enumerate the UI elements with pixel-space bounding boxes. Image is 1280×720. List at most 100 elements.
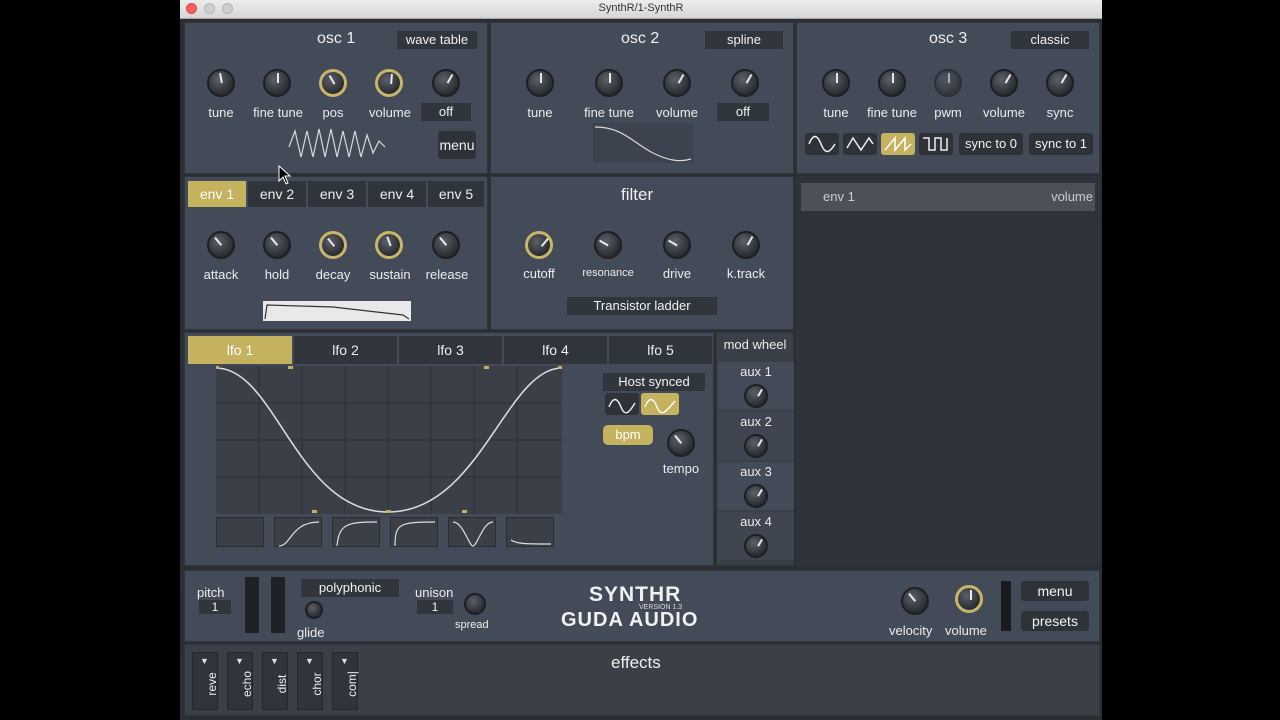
glide-knob[interactable] (305, 601, 323, 619)
lfo-sync-icon[interactable] (641, 393, 679, 415)
fx-slot-label: dist (275, 674, 289, 694)
triangle-wave-icon[interactable] (843, 133, 877, 155)
mod-matrix-row[interactable]: env 1 volume (801, 183, 1095, 211)
tab-env-1[interactable]: env 1 (188, 181, 246, 207)
tab-env-5[interactable]: env 5 (428, 181, 484, 207)
lfo-free-icon[interactable] (605, 393, 639, 415)
aux-2-knob[interactable] (744, 434, 768, 458)
bpm-button[interactable]: bpm (603, 425, 653, 445)
drive-label: drive (662, 266, 692, 281)
filter-type-select[interactable]: Transistor ladder (567, 297, 717, 315)
tab-env-2[interactable]: env 2 (248, 181, 306, 207)
mod-wheel[interactable] (271, 577, 285, 633)
osc1-tune-label: tune (208, 105, 234, 120)
osc1-volume-label: volume (369, 105, 411, 120)
osc1-off-toggle[interactable]: off (421, 103, 471, 121)
osc3-mode-select[interactable]: classic (1011, 31, 1089, 49)
mod-source-label[interactable]: env 1 (823, 189, 855, 204)
fx-slot-echo[interactable]: ▼ echo (227, 652, 254, 710)
osc2-tune-knob[interactable] (526, 69, 554, 97)
drive-knob[interactable] (663, 231, 691, 259)
host-synced-label[interactable]: Host synced (603, 373, 705, 391)
tab-env-4[interactable]: env 4 (368, 181, 426, 207)
fx-slot-chorus[interactable]: ▼ chor (297, 652, 324, 710)
decay-knob[interactable] (319, 231, 347, 259)
mod-target-label[interactable]: volume (1051, 189, 1093, 204)
aux-1: aux 1 (718, 362, 794, 410)
osc2-fine-tune-knob[interactable] (595, 69, 623, 97)
osc3-tune-knob[interactable] (822, 69, 850, 97)
master-volume-knob[interactable] (955, 585, 983, 613)
osc2-extra-knob[interactable] (731, 69, 759, 97)
fx-dropdown-icon[interactable]: ▼ (340, 656, 349, 666)
presets-button[interactable]: presets (1021, 611, 1089, 631)
fx-slot-reverb[interactable]: ▼ reve (192, 652, 219, 710)
attack-knob[interactable] (207, 231, 235, 259)
tab-env-3[interactable]: env 3 (308, 181, 366, 207)
osc1-menu-button[interactable]: menu (438, 131, 476, 159)
mod-wheel-label: mod wheel (723, 337, 787, 352)
osc1-tune-knob[interactable] (207, 69, 235, 97)
velocity-knob[interactable] (901, 587, 929, 615)
tab-lfo-5[interactable]: lfo 5 (609, 336, 712, 364)
resonance-knob[interactable] (594, 231, 622, 259)
osc3-volume-knob[interactable] (990, 69, 1018, 97)
fx-slot-compressor[interactable]: ▼ com| (332, 652, 359, 710)
tab-lfo-3[interactable]: lfo 3 (399, 336, 502, 364)
release-knob[interactable] (432, 231, 460, 259)
envelope-panel: env 1 env 2 env 3 env 4 env 5 attack hol… (184, 176, 488, 330)
unison-value[interactable]: 1 (417, 600, 453, 614)
osc1-waveform-graph (288, 128, 386, 158)
fx-dropdown-icon[interactable]: ▼ (270, 656, 279, 666)
osc2-mode-select[interactable]: spline (705, 31, 783, 49)
aux-1-knob[interactable] (744, 384, 768, 408)
osc1-fine-tune-knob[interactable] (263, 69, 291, 97)
lfo-shape-valley-icon[interactable] (448, 517, 496, 547)
osc2-volume-knob[interactable] (663, 69, 691, 97)
pitch-wheel[interactable] (245, 577, 259, 633)
main-menu-button[interactable]: menu (1021, 581, 1089, 601)
pitch-value[interactable]: 1 (199, 600, 231, 614)
osc3-pwm-knob[interactable] (934, 69, 962, 97)
lfo-shape-flat-icon[interactable] (216, 517, 264, 547)
lfo-shape-ease-in-icon[interactable] (274, 517, 322, 547)
envelope-curve (264, 304, 410, 320)
osc1-pos-knob[interactable] (319, 69, 347, 97)
tab-lfo-2[interactable]: lfo 2 (294, 336, 397, 364)
fx-slot-distortion[interactable]: ▼ dist (262, 652, 289, 710)
tempo-knob[interactable] (667, 429, 695, 457)
aux-4-knob[interactable] (744, 534, 768, 558)
attack-label: attack (203, 267, 239, 282)
osc1-volume-knob[interactable] (375, 69, 403, 97)
spread-label: spread (455, 619, 489, 631)
square-wave-icon[interactable] (919, 133, 953, 155)
fx-dropdown-icon[interactable]: ▼ (305, 656, 314, 666)
osc1-extra-knob[interactable] (432, 69, 460, 97)
osc1-mode-select[interactable]: wave table (397, 31, 477, 49)
sync-to-1-button[interactable]: sync to 1 (1029, 133, 1093, 155)
saw-wave-icon[interactable] (881, 133, 915, 155)
spread-knob[interactable] (464, 593, 486, 615)
fx-dropdown-icon[interactable]: ▼ (235, 656, 244, 666)
sync-to-0-button[interactable]: sync to 0 (959, 133, 1023, 155)
fx-slot-label: echo (240, 670, 254, 698)
aux-3-knob[interactable] (744, 484, 768, 508)
sustain-knob[interactable] (375, 231, 403, 259)
voice-mode-select[interactable]: polyphonic (301, 579, 399, 597)
lfo-waveform-editor[interactable] (216, 366, 562, 514)
tab-lfo-4[interactable]: lfo 4 (504, 336, 607, 364)
master-volume-label: volume (945, 623, 987, 638)
hold-knob[interactable] (263, 231, 291, 259)
k-track-knob[interactable] (732, 231, 760, 259)
osc3-sync-knob[interactable] (1046, 69, 1074, 97)
osc3-fine-tune-knob[interactable] (878, 69, 906, 97)
tab-lfo-1[interactable]: lfo 1 (188, 336, 292, 364)
lfo-shape-curve-icon[interactable] (390, 517, 438, 547)
lfo-shape-decay-icon[interactable] (506, 517, 554, 547)
fx-dropdown-icon[interactable]: ▼ (200, 656, 209, 666)
osc2-off-toggle[interactable]: off (717, 103, 769, 121)
cutoff-knob[interactable] (525, 231, 553, 259)
sine-wave-icon[interactable] (805, 133, 839, 155)
lfo-shape-ease-out-icon[interactable] (332, 517, 380, 547)
osc3-title: osc 3 (929, 30, 968, 47)
